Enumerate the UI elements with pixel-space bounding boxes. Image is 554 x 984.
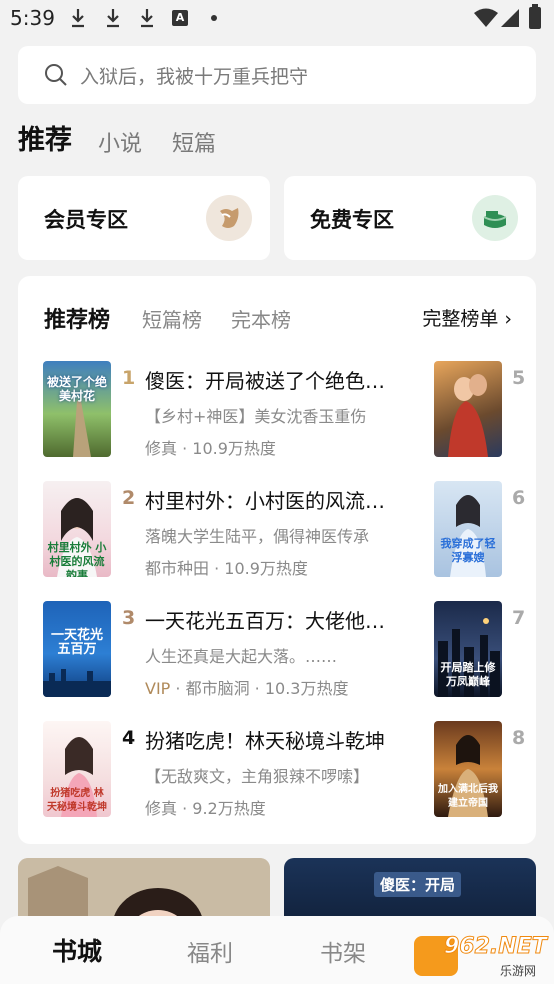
vip-zone-label: 会员专区 [44, 208, 128, 232]
nav-bookstore[interactable]: 书城 [52, 932, 102, 968]
font-notification-icon: A [172, 10, 188, 26]
download-icon [141, 9, 153, 28]
wifi-icon [474, 8, 498, 27]
book-cover[interactable]: 开局踏上修万凤巅峰 [434, 601, 502, 697]
book-meta: 修真 · 10.9万热度 [145, 439, 276, 458]
download-icon [107, 9, 119, 28]
chevron-right-icon: › [504, 308, 512, 330]
tab-short-rank[interactable]: 短篇榜 [142, 304, 202, 333]
more-notifications-icon [211, 15, 217, 21]
book-cover[interactable] [434, 361, 502, 457]
book-cover: 扮猪吃虎 林天秘境斗乾坤 [43, 721, 111, 817]
book-cover: 被送了个绝美村花 [43, 361, 111, 457]
book-meta: 修真 · 9.2万热度 [145, 799, 266, 818]
book-meta-text: 都市脑洞 · 10.3万热度 [185, 679, 349, 698]
watermark-sub: 乐游网 [500, 964, 537, 978]
tab-finished-rank[interactable]: 完本榜 [231, 304, 291, 333]
watermark-brand: 962.NET [444, 934, 548, 960]
book-cover[interactable]: 我穿成了轻浮寡嫂 [434, 481, 502, 577]
rank-number: 1 [122, 367, 136, 389]
rank-number: 4 [122, 727, 136, 749]
nav-welfare[interactable]: 福利 [187, 934, 233, 968]
rank-number: 8 [512, 727, 526, 749]
book-title: 村里村外：小村医的风流韵事 [145, 489, 395, 513]
battery-icon [529, 4, 541, 29]
banner-title: 傻医：开局 [374, 872, 462, 897]
download-icon [72, 9, 84, 28]
vip-zone-card[interactable]: 会员专区 [18, 176, 270, 260]
nav-bookshelf[interactable]: 书架 [320, 934, 366, 968]
cover-title: 村里村外 小村医的风流韵事 [47, 541, 107, 577]
free-zone-label: 免费专区 [310, 208, 394, 232]
signal-icon [501, 9, 519, 27]
search-placeholder: 入狱后，我被十万重兵把守 [80, 66, 309, 88]
cover-title: 我穿成了轻浮寡嫂 [440, 537, 496, 564]
rank-number: 3 [122, 607, 136, 629]
book-row[interactable]: 一天花光五百万 3 一天花光五百万：大佬他超有钱 人生还真是大起大落。…… VI… [18, 601, 536, 701]
book-title: 傻医：开局被送了个绝色老婆 [145, 369, 395, 393]
cover-title: 被送了个绝美村花 [47, 375, 108, 403]
cover-title: 扮猪吃虎 林天秘境斗乾坤 [47, 788, 107, 813]
search-bar[interactable]: 入狱后，我被十万重兵把守 [18, 46, 536, 104]
free-zone-card[interactable]: 免费专区 [284, 176, 536, 260]
rank-number: 7 [512, 607, 526, 629]
book-description: 落魄大学生陆平，偶得神医传承 [145, 527, 370, 546]
book-meta: 都市种田 · 10.9万热度 [145, 559, 308, 578]
tab-novel[interactable]: 小说 [98, 126, 142, 158]
rank-number: 6 [512, 487, 526, 509]
vip-badge-icon [206, 195, 252, 241]
site-watermark: 962.NET 乐游网 [414, 934, 550, 980]
rank-number: 5 [512, 367, 526, 389]
tab-short[interactable]: 短篇 [172, 126, 216, 158]
book-meta: VIP · 都市脑洞 · 10.3万热度 [145, 679, 349, 698]
cover-title: 开局踏上修万凤巅峰 [440, 661, 496, 688]
book-description: 人生还真是大起大落。…… [145, 647, 338, 666]
vip-tag: VIP [145, 679, 171, 698]
search-icon [45, 64, 67, 86]
full-list-link[interactable]: 完整榜单 › [422, 304, 512, 331]
book-row[interactable]: 村里村外 小村医的风流韵事 2 村里村外：小村医的风流韵事 落魄大学生陆平，偶得… [18, 481, 536, 581]
book-cover[interactable]: 加入满北后我建立帝国 [434, 721, 502, 817]
book-title: 一天花光五百万：大佬他超有钱 [145, 609, 395, 633]
full-list-label: 完整榜单 [422, 308, 499, 330]
book-description: 【乡村+神医】美女沈香玉重伤 [145, 407, 367, 426]
rank-number: 2 [122, 487, 136, 509]
book-row[interactable]: 扮猪吃虎 林天秘境斗乾坤 4 扮猪吃虎！林天秘境斗乾坤 【无敌爽文，主角狠辣不啰… [18, 721, 536, 821]
status-bar: 5:39 A [0, 0, 554, 36]
book-row[interactable]: 被送了个绝美村花 1 傻医：开局被送了个绝色老婆 【乡村+神医】美女沈香玉重伤 … [18, 361, 536, 461]
book-cover: 村里村外 小村医的风流韵事 [43, 481, 111, 577]
book-description: 【无敌爽文，主角狠辣不啰嗦】 [145, 767, 370, 786]
tab-recommend[interactable]: 推荐 [18, 118, 72, 157]
book-cover: 一天花光五百万 [43, 601, 111, 697]
tab-recommend-rank[interactable]: 推荐榜 [44, 302, 110, 334]
free-badge-icon [472, 195, 518, 241]
status-time: 5:39 [10, 6, 55, 30]
cover-title: 一天花光五百万 [50, 628, 103, 657]
cover-title: 加入满北后我建立帝国 [438, 784, 498, 809]
ranking-card: 推荐榜 短篇榜 完本榜 完整榜单 › 被送了个绝美村花 1 傻医：开局被送了个绝… [18, 276, 536, 844]
book-title: 扮猪吃虎！林天秘境斗乾坤 [145, 729, 385, 753]
